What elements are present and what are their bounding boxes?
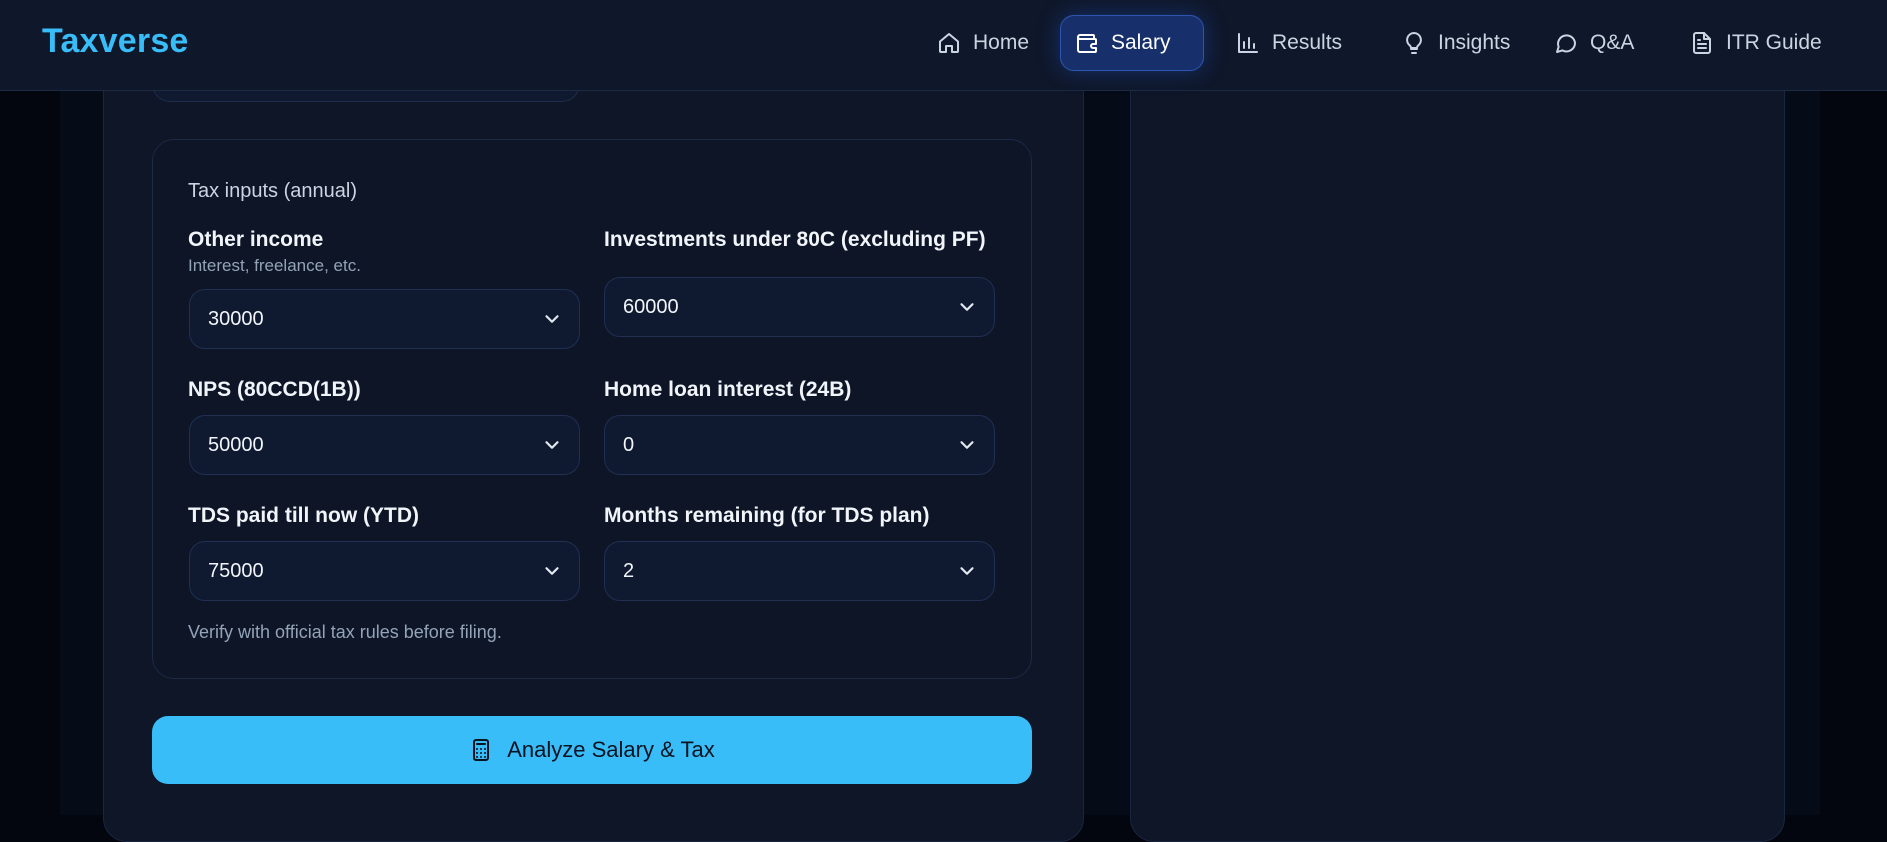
nav-home[interactable]: Home xyxy=(923,15,1043,71)
nav-results-label: Results xyxy=(1272,31,1343,54)
chevron-down-icon xyxy=(960,441,974,449)
nav-insights-label: Insights xyxy=(1438,31,1511,54)
verify-note: Verify with official tax rules before fi… xyxy=(188,622,502,642)
other-income-value: 30000 xyxy=(208,307,264,330)
wallet-icon xyxy=(1077,34,1097,53)
panel-title: Tax inputs (annual) xyxy=(188,180,357,202)
chevron-down-icon xyxy=(545,441,559,449)
home-loan-value: 0 xyxy=(623,433,635,456)
nav-results[interactable]: Results xyxy=(1222,15,1356,71)
nav-qa[interactable]: Q&A xyxy=(1540,15,1648,71)
home-loan-label: Home loan interest (24B) xyxy=(604,378,852,401)
tds-paid-value: 75000 xyxy=(208,559,264,582)
home-icon xyxy=(939,33,959,53)
other-income-hint: Interest, freelance, etc. xyxy=(188,256,361,275)
nav-home-label: Home xyxy=(973,31,1030,54)
investments-80c-value: 60000 xyxy=(623,295,679,318)
nps-select[interactable]: 50000 xyxy=(189,415,580,475)
results-card xyxy=(1130,0,1785,842)
other-income-select[interactable]: 30000 xyxy=(189,289,580,349)
analyze-button-label: Analyze Salary & Tax xyxy=(507,737,715,762)
nav-insights[interactable]: Insights xyxy=(1388,15,1524,71)
tds-paid-select[interactable]: 75000 xyxy=(189,541,580,601)
chevron-down-icon xyxy=(545,315,559,323)
home-loan-select[interactable]: 0 xyxy=(604,415,995,475)
nps-label: NPS (80CCD(1B)) xyxy=(188,378,361,401)
analyze-salary-tax-button[interactable]: Analyze Salary & Tax xyxy=(152,716,1032,784)
calculator-icon xyxy=(473,739,490,761)
chevron-down-icon xyxy=(545,567,559,575)
chevron-down-icon xyxy=(960,567,974,575)
document-icon xyxy=(1693,32,1711,54)
chat-bubble-icon xyxy=(1556,34,1576,53)
other-income-label: Other income xyxy=(188,228,324,251)
top-navbar: Taxverse Home Salary Results Insights Q&… xyxy=(0,0,1887,91)
months-remaining-value: 2 xyxy=(623,559,635,582)
lightbulb-icon xyxy=(1406,32,1422,54)
nav-itr-guide[interactable]: ITR Guide xyxy=(1676,15,1836,71)
tds-paid-label: TDS paid till now (YTD) xyxy=(188,504,419,527)
nav-salary-label: Salary xyxy=(1111,31,1171,54)
investments-80c-select[interactable]: 60000 xyxy=(604,277,995,337)
months-remaining-label: Months remaining (for TDS plan) xyxy=(604,504,930,527)
chevron-down-icon xyxy=(960,303,974,311)
nav-itr-guide-label: ITR Guide xyxy=(1726,31,1822,54)
tax-inputs-panel: Tax inputs (annual) Other income Interes… xyxy=(152,139,1032,679)
nav-salary[interactable]: Salary xyxy=(1060,15,1204,71)
investments-80c-label: Investments under 80C (excluding PF) xyxy=(604,228,986,251)
nps-value: 50000 xyxy=(208,433,264,456)
nav-qa-label: Q&A xyxy=(1590,31,1635,54)
brand-logo[interactable]: Taxverse xyxy=(42,22,189,61)
months-remaining-select[interactable]: 2 xyxy=(604,541,995,601)
bar-chart-icon xyxy=(1238,33,1258,53)
